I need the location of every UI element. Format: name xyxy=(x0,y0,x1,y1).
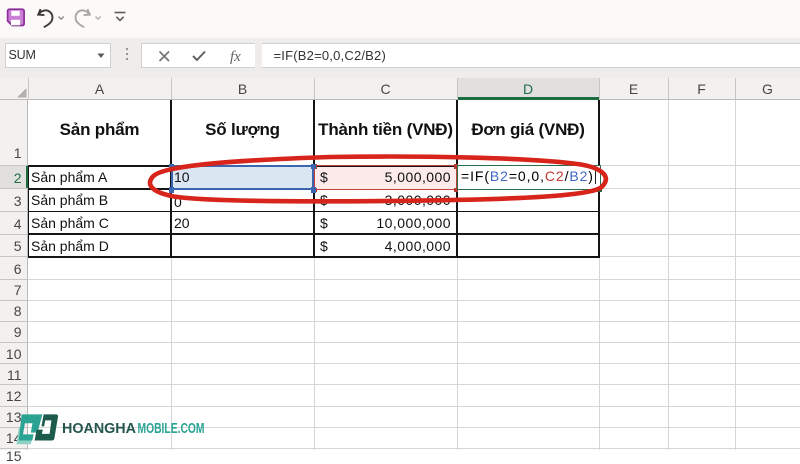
svg-text:HOANGHA: HOANGHA xyxy=(62,421,137,437)
svg-text:MOBILE.COM: MOBILE.COM xyxy=(138,421,205,437)
svg-text:fx: fx xyxy=(230,49,241,65)
